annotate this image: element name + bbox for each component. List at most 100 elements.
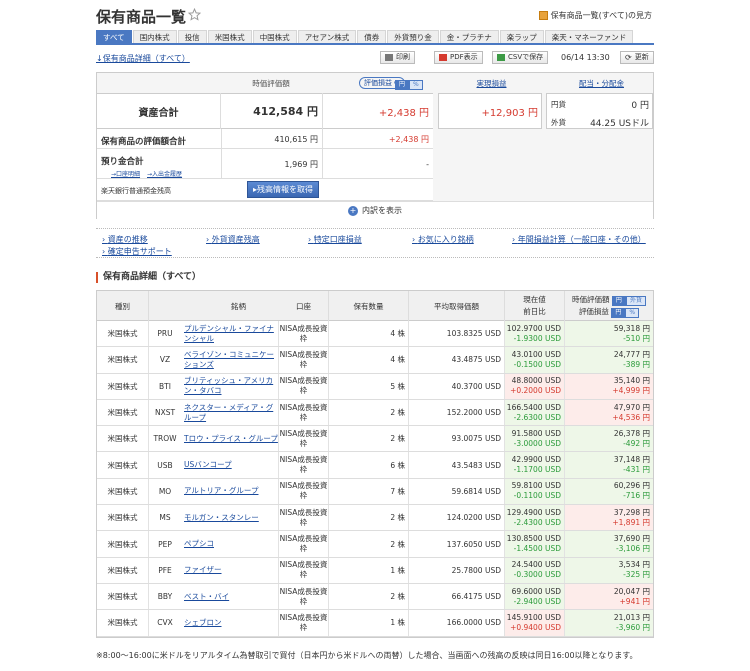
- valuation: 47,970 円: [613, 402, 650, 412]
- yen-toggle[interactable]: 円: [395, 80, 410, 90]
- valuation: 37,690 円: [613, 534, 650, 544]
- cell-valuation: 47,970 円 +4,536 円: [565, 399, 653, 426]
- cell-account: NISA成長投資枠: [279, 505, 329, 531]
- cell-valuation: 37,298 円 +1,891 円: [565, 505, 653, 531]
- cell-type: 米国株式: [97, 373, 149, 399]
- holdings-total-value: 410,615 円: [221, 129, 323, 149]
- csv-icon: [497, 54, 505, 61]
- col-dividend[interactable]: 配当・分配金: [549, 73, 654, 93]
- tab-10[interactable]: 楽天・マネーファンド: [544, 30, 634, 43]
- day-change: -0.1500 USD: [513, 359, 561, 369]
- cell-valuation: 24,777 円 -389 円: [565, 347, 653, 373]
- stock-name-link[interactable]: モルガン・スタンレー: [181, 513, 259, 523]
- holdings-detail-link[interactable]: ↓保有商品詳細（すべて）: [96, 53, 190, 64]
- cell-ticker: VZ: [159, 355, 171, 365]
- day-change: -1.9300 USD: [513, 333, 561, 343]
- stock-name-link[interactable]: ネクスター・メディア・グループ: [181, 403, 278, 423]
- cell-avg: 137.6050 USD: [409, 531, 505, 557]
- stock-name-link[interactable]: ベライゾン・コミュニケーションズ: [181, 350, 278, 370]
- annual-pl-link[interactable]: › 年間損益計算（一般口座・その他）: [512, 234, 646, 245]
- fetch-balance-button[interactable]: ▸ 残高情報を取得: [247, 181, 319, 198]
- pct-toggle[interactable]: %: [409, 80, 423, 90]
- unrealized-gain: -325 円: [623, 570, 650, 580]
- pdf-label: PDF表示: [450, 53, 478, 61]
- stock-name-link[interactable]: ペプシコ: [181, 539, 214, 549]
- view-all-help-link[interactable]: 保有商品一覧(すべて)の見方: [538, 10, 652, 21]
- cell-ticker: MS: [159, 513, 171, 523]
- cell-name: ファイザー: [181, 557, 279, 583]
- fx-assets-link[interactable]: › 外貨資産残高: [206, 234, 260, 245]
- current-price: 102.9700 USD: [506, 323, 561, 333]
- day-change: -0.1100 USD: [513, 491, 561, 501]
- day-change: +0.2000 USD: [510, 386, 561, 396]
- stock-name-link[interactable]: アルトリア・グループ: [181, 486, 258, 496]
- csv-button[interactable]: CSVで保存: [492, 51, 549, 64]
- cell-qty: 4 株: [329, 321, 409, 347]
- favorites-link[interactable]: › お気に入り銘柄: [412, 234, 474, 245]
- cell-name: USバンコープ: [181, 452, 279, 478]
- table-row: 米国株式 PRU プルデンシャル・ファイナンシャル NISA成長投資枠 4 株 …: [97, 321, 653, 348]
- table-body: 米国株式 PRU プルデンシャル・ファイナンシャル NISA成長投資枠 4 株 …: [97, 321, 653, 637]
- stock-name-link[interactable]: Tロウ・プライス・グループ: [181, 434, 278, 444]
- gain-yen-toggle[interactable]: 円: [611, 308, 626, 318]
- show-breakdown-button[interactable]: + 内訳を表示: [97, 201, 653, 219]
- cell-account: NISA成長投資枠: [279, 373, 329, 399]
- cell-avg: 43.4875 USD: [409, 347, 505, 373]
- stock-name-link[interactable]: ブリティッシュ・アメリカン・タバコ: [181, 376, 278, 396]
- current-price: 69.6000 USD: [511, 586, 561, 596]
- table-row: 米国株式 VZ ベライゾン・コミュニケーションズ NISA成長投資枠 4 株 4…: [97, 347, 653, 374]
- col-valuation: 時価評価額: [252, 78, 290, 88]
- tab-8[interactable]: 金・プラチナ: [439, 30, 499, 43]
- tab-4[interactable]: 中国株式: [252, 30, 297, 43]
- val-yen-toggle[interactable]: 円: [611, 296, 626, 306]
- tab-9[interactable]: 楽ラップ: [499, 30, 544, 43]
- current-price: 91.5800 USD: [511, 428, 561, 438]
- tab-0[interactable]: すべて: [96, 30, 132, 43]
- tokutei-pl-link[interactable]: › 特定口座損益: [308, 234, 362, 245]
- cell-qty: 1 株: [329, 557, 409, 583]
- val-fx-toggle[interactable]: 外貨: [625, 296, 646, 306]
- current-price: 166.5400 USD: [506, 402, 561, 412]
- account-statement-link[interactable]: →口座明細: [111, 169, 140, 178]
- pdf-button[interactable]: PDF表示: [434, 51, 483, 64]
- cell-name: Tロウ・プライス・グループ: [181, 426, 279, 452]
- printer-icon: [385, 54, 393, 61]
- product-tabs: すべて 国内株式 投信 米国株式 中国株式 アセアン株式 債券 外貨預り金 金・プラチナ 楽ラップ…: [96, 30, 654, 45]
- stock-name-link[interactable]: プルデンシャル・ファイナンシャル: [181, 324, 278, 344]
- print-button[interactable]: 印刷: [380, 51, 415, 64]
- cell-account: NISA成長投資枠: [279, 347, 329, 373]
- star-icon[interactable]: [188, 8, 201, 21]
- col-realized[interactable]: 実現損益: [439, 73, 544, 93]
- stock-name-link[interactable]: シェブロン: [181, 618, 222, 628]
- cell-qty: 2 株: [329, 583, 409, 610]
- tab-7[interactable]: 外貨預り金: [387, 30, 439, 43]
- total-value: 412,584 円: [221, 93, 323, 129]
- cell-type: 米国株式: [97, 321, 149, 347]
- deposit-history-link[interactable]: →入出金履歴: [147, 169, 182, 178]
- refresh-button[interactable]: ⟳ 更新: [620, 51, 654, 64]
- cell-name: シェブロン: [181, 610, 279, 636]
- table-row: 米国株式 MO アルトリア・グループ NISA成長投資枠 7 株 59.6814…: [97, 478, 653, 506]
- tab-6[interactable]: 債券: [357, 30, 387, 43]
- tab-1[interactable]: 国内株式: [132, 30, 177, 43]
- tab-2[interactable]: 投信: [177, 30, 207, 43]
- cell-type: 米国株式: [97, 347, 149, 373]
- tab-3[interactable]: 米国株式: [207, 30, 252, 43]
- stock-name-link[interactable]: ファイザー: [181, 565, 222, 575]
- tax-return-link[interactable]: › 確定申告サポート: [102, 246, 172, 257]
- currency-toggle[interactable]: 円%: [395, 79, 423, 90]
- day-change: -1.4500 USD: [513, 544, 561, 554]
- cell-type: 米国株式: [97, 452, 149, 478]
- stock-name-link[interactable]: ベスト・バイ: [181, 592, 229, 602]
- stock-name-link[interactable]: USバンコープ: [181, 460, 232, 470]
- unrealized-gain: -510 円: [623, 333, 650, 343]
- plus-circle-icon: +: [348, 205, 358, 216]
- current-price: 59.8100 USD: [511, 481, 561, 491]
- tab-5[interactable]: アセアン株式: [297, 30, 357, 43]
- asset-history-link[interactable]: › 資産の推移: [102, 234, 148, 245]
- valuation: 35,140 円: [613, 376, 650, 386]
- cell-qty: 4 株: [329, 347, 409, 373]
- day-change: -0.3000 USD: [513, 570, 561, 580]
- gain-pct-toggle[interactable]: %: [625, 308, 640, 318]
- cell-qty: 2 株: [329, 531, 409, 557]
